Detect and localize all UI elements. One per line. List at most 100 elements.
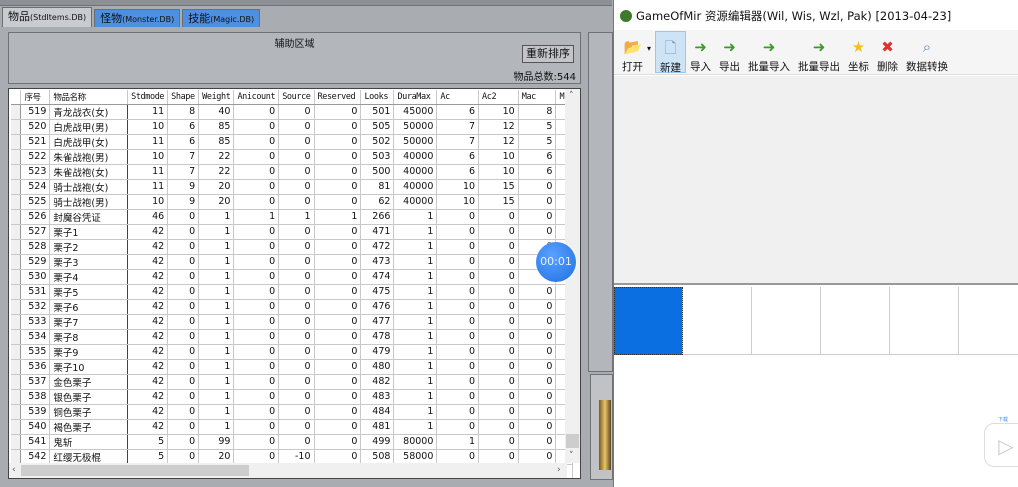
table-cell[interactable]: 539 [20,404,51,420]
table-cell[interactable]: 6 [436,149,480,165]
table-cell[interactable]: 0 [436,284,480,300]
table-cell[interactable]: 骑士战袍(男) [49,194,129,210]
scroll-right-icon[interactable]: › [557,465,561,475]
toolbar-button[interactable]: ★ 坐标 [844,31,873,73]
table-cell[interactable]: 266 [360,209,395,225]
row-indicator[interactable] [11,404,22,420]
table-cell[interactable]: 0 [167,224,200,240]
table-cell[interactable]: 0 [278,344,315,360]
table-cell[interactable]: 45000 [393,104,438,120]
table-cell[interactable]: 青龙战衣(女) [49,104,129,120]
table-cell[interactable]: 0 [436,389,480,405]
table-cell[interactable]: 0 [478,389,519,405]
table-cell[interactable]: 40000 [393,149,438,165]
table-cell[interactable]: 0 [518,374,557,390]
table-cell[interactable]: 栗子10 [49,359,129,375]
tab-magic[interactable]: 技能(Magic.DB) [182,9,261,27]
table-cell[interactable]: 538 [20,389,51,405]
table-cell[interactable]: 1 [393,419,438,435]
table-row[interactable]: 530栗子442010004741000 [11,269,580,285]
table-cell[interactable]: 1 [314,209,362,225]
table-row[interactable]: 520 白虎战甲(男) 10 6 85 0 0 0 505 50000 7 12 5 [11,119,580,135]
table-cell[interactable]: 0 [518,404,557,420]
table-cell[interactable]: 鬼斩 [49,434,129,450]
column-header[interactable]: Ac2 [478,90,519,105]
row-indicator[interactable] [11,254,22,270]
table-cell[interactable]: 0 [518,449,557,465]
table-cell[interactable]: 0 [233,374,280,390]
table-cell[interactable]: 473 [360,254,395,270]
table-row[interactable]: 526 封魔谷凭证 46 0 1 1 1 1 266 1 0 0 0 [11,209,580,225]
table-cell[interactable]: 0 [436,449,480,465]
table-cell[interactable]: 0 [233,344,280,360]
table-cell[interactable]: 0 [436,359,480,375]
table-cell[interactable]: 1 [393,344,438,360]
table-cell[interactable]: 8 [167,104,200,120]
table-cell[interactable]: 0 [518,359,557,375]
table-cell[interactable]: 0 [478,344,519,360]
horizontal-scrollbar[interactable]: ‹ › [9,463,567,478]
table-cell[interactable]: 1 [393,374,438,390]
table-cell[interactable]: 0 [436,404,480,420]
table-cell[interactable]: 0 [518,179,557,195]
table-cell[interactable]: 0 [314,329,362,345]
table-cell[interactable]: 0 [233,449,280,465]
table-cell[interactable]: 0 [233,134,280,150]
table-cell[interactable]: 50000 [393,119,438,135]
table-cell[interactable]: 0 [314,374,362,390]
table-cell[interactable]: 1 [278,209,315,225]
table-cell[interactable]: 0 [233,359,280,375]
table-cell[interactable]: 0 [314,359,362,375]
table-cell[interactable]: 0 [478,269,519,285]
table-cell[interactable]: 栗子1 [49,224,129,240]
table-cell[interactable]: 536 [20,359,51,375]
table-cell[interactable]: 0 [278,314,315,330]
table-cell[interactable]: 0 [478,359,519,375]
table-cell[interactable]: 0 [314,119,362,135]
table-cell[interactable]: 朱雀战袍(男) [49,149,129,165]
table-cell[interactable]: 0 [167,284,200,300]
table-cell[interactable]: 0 [478,434,519,450]
table-cell[interactable]: 0 [167,359,200,375]
table-cell[interactable]: 0 [278,119,315,135]
row-indicator[interactable] [11,149,22,165]
table-row[interactable]: 524 骑士战袍(女) 11 9 20 0 0 0 81 40000 10 15 0 [11,179,580,195]
table-cell[interactable]: 0 [436,314,480,330]
table-cell[interactable]: 6 [518,149,557,165]
table-cell[interactable]: 1 [198,224,235,240]
table-row[interactable]: 539 铜色栗子 42 0 1 0 0 0 484 1 0 0 0 [11,404,580,420]
table-cell[interactable]: 85 [198,134,235,150]
table-cell[interactable]: 42 [127,404,169,420]
table-cell[interactable]: 0 [436,239,480,255]
table-cell[interactable]: 472 [360,239,395,255]
table-cell[interactable]: 0 [278,284,315,300]
table-cell[interactable]: 534 [20,329,51,345]
table-cell[interactable]: 476 [360,299,395,315]
table-cell[interactable]: 白虎战甲(男) [49,119,129,135]
table-cell[interactable]: 0 [478,224,519,240]
table-cell[interactable]: 0 [167,329,200,345]
table-row[interactable]: 534 栗子8 42 0 1 0 0 0 478 1 0 0 0 [11,329,580,345]
table-cell[interactable]: 11 [127,134,169,150]
table-cell[interactable]: 0 [278,404,315,420]
column-header[interactable]: Stdmode [127,90,169,105]
table-cell[interactable]: 0 [233,329,280,345]
table-cell[interactable]: 1 [198,374,235,390]
table-cell[interactable]: 535 [20,344,51,360]
table-cell[interactable]: 0 [278,134,315,150]
table-cell[interactable]: 10 [127,149,169,165]
table-cell[interactable]: 11 [127,164,169,180]
table-cell[interactable]: 0 [167,449,200,465]
table-row[interactable]: 525 骑士战袍(男) 10 9 20 0 0 0 62 40000 10 15 0 [11,194,580,210]
table-cell[interactable]: -10 [278,449,315,465]
table-cell[interactable]: 7 [436,119,480,135]
table-cell[interactable]: 0 [436,224,480,240]
table-cell[interactable]: 474 [360,269,395,285]
row-indicator[interactable] [11,209,22,225]
table-cell[interactable]: 0 [167,404,200,420]
table-cell[interactable]: 7 [167,164,200,180]
table-row[interactable]: 527 栗子1 42 0 1 0 0 0 471 1 0 0 0 [11,224,580,240]
table-row[interactable]: 531 栗子5 42 0 1 0 0 0 475 1 0 0 0 [11,284,580,300]
table-cell[interactable]: 0 [233,119,280,135]
table-cell[interactable]: 1 [198,359,235,375]
